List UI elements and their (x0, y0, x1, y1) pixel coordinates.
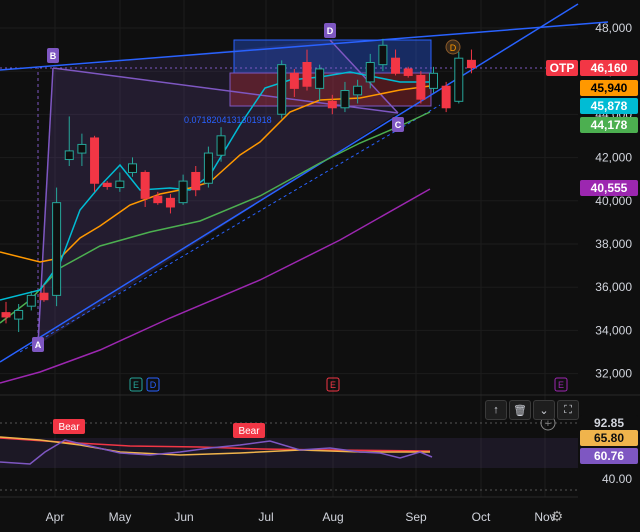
candle-body (340, 90, 350, 109)
candle-body (14, 309, 24, 320)
candle-body (277, 64, 287, 115)
candle-body (216, 135, 226, 156)
oscillator-band (0, 438, 578, 468)
candle-body (378, 44, 388, 66)
time-tick-label: Aug (322, 510, 343, 524)
candle-body (39, 292, 49, 301)
oscillator-badge-value: 60.76 (594, 449, 624, 463)
candle-body (1, 312, 11, 318)
chart-canvas[interactable]: ABCD0.0718204131301918D 48,00046,00044,0… (0, 0, 640, 532)
pattern-point-label: A (35, 340, 42, 350)
price-tick-label: 32,000 (595, 367, 632, 381)
candle-body (203, 152, 213, 184)
settings-gear-icon[interactable]: ⚙ (548, 507, 566, 525)
time-tick-label: Sep (405, 510, 427, 524)
candle (52, 187, 62, 307)
candle-body (315, 68, 325, 89)
candle-body (327, 100, 337, 109)
time-tick-label: Jul (258, 510, 273, 524)
bear-signal-label: Bear (238, 426, 260, 437)
pattern-point-label: D (327, 26, 334, 36)
dividend-marker-label: D (450, 43, 457, 53)
candle-body (441, 85, 451, 109)
candle-body (429, 72, 438, 89)
candle-body (128, 163, 137, 173)
candle (90, 135, 100, 192)
event-marker-label: E (330, 380, 336, 390)
candle-body (178, 180, 188, 204)
candle (454, 51, 464, 104)
price-badge-value: 46,160 (591, 61, 628, 75)
candle-body (26, 294, 36, 307)
price-tick-label: 34,000 (595, 323, 632, 337)
time-tick-label: May (109, 510, 132, 524)
price-badge-value: 45,940 (591, 81, 628, 95)
candle-body (365, 62, 375, 83)
price-tick-label: 42,000 (595, 151, 632, 165)
pattern-point-label: B (50, 51, 57, 61)
pattern-ratio-label: 0.0718204131301918 (184, 115, 272, 125)
pattern-point-label: C (395, 120, 402, 130)
candle-body (416, 74, 426, 100)
collapse-pane-button[interactable]: ⌄ (533, 400, 555, 420)
event-marker-label: E (558, 380, 564, 390)
candle (277, 60, 287, 119)
event-marker-label: D (150, 380, 157, 390)
candle-body (391, 57, 401, 74)
maximize-pane-button[interactable]: ⛶ (557, 400, 579, 420)
candle-body (64, 150, 74, 161)
candle-body (153, 195, 163, 204)
candle-body (191, 171, 201, 191)
price-tick-label: 38,000 (595, 237, 632, 251)
candle-body (52, 202, 62, 296)
candle-body (466, 59, 476, 69)
price-badge-value: 40,555 (591, 181, 628, 195)
event-marker-label: E (133, 380, 139, 390)
move-up-button[interactable]: ↑ (485, 400, 507, 420)
price-tick-label: 36,000 (595, 280, 632, 294)
delete-pane-button[interactable]: 🗑 (509, 400, 531, 420)
candle-body (353, 85, 363, 96)
candle-body (90, 137, 100, 184)
candle-body (289, 72, 299, 89)
candle-body (403, 68, 413, 76)
candle (441, 81, 451, 113)
candle (203, 146, 213, 188)
oscillator-badge-value: 92.85 (594, 416, 624, 430)
candle-body (115, 180, 125, 189)
time-tick-label: Apr (46, 510, 65, 524)
price-badge-value: 45,878 (591, 99, 628, 113)
oscillator-badge-value: 65.80 (594, 431, 624, 445)
candle-body (165, 197, 175, 208)
time-tick-label: Jun (174, 510, 193, 524)
candle-body (454, 57, 464, 102)
candle-body (102, 182, 112, 187)
candle (416, 71, 426, 104)
candle-body (140, 171, 150, 199)
price-tick-label: 48,000 (595, 21, 632, 35)
candle-body (302, 62, 312, 87)
price-badge-value: 44,178 (591, 118, 628, 132)
time-tick-label: Oct (472, 510, 491, 524)
candle-body (77, 143, 87, 154)
bear-signal-label: Bear (58, 422, 80, 433)
symbol-badge-label: OTP (550, 61, 575, 75)
oscillator-tick-label: 40.00 (602, 472, 632, 486)
